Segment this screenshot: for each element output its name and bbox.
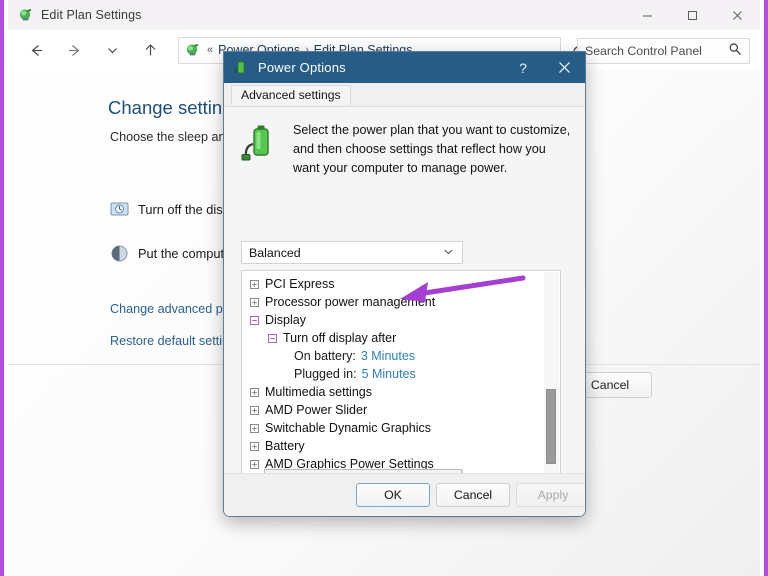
power-plan-select[interactable]: Balanced (241, 241, 463, 264)
maximize-icon[interactable] (670, 0, 715, 30)
display-icon (110, 200, 129, 219)
tree-item-label: AMD Power Slider (265, 403, 368, 417)
tree-item-label: Turn off display after (283, 331, 397, 345)
sleep-moon-icon (110, 244, 129, 263)
tree-item-value[interactable]: 5 Minutes (362, 367, 416, 381)
intro-block: Select the power plan that you want to c… (239, 121, 573, 178)
scrollbar-thumb[interactable] (546, 389, 556, 464)
tree-item[interactable]: PCI Express (242, 275, 544, 293)
forward-arrow-icon[interactable] (58, 34, 90, 66)
tree-item-label: Multimedia settings (265, 385, 372, 399)
collapse-toggle-icon[interactable] (268, 333, 277, 343)
ok-button[interactable]: OK (356, 483, 430, 507)
search-control-panel-box[interactable]: Search Control Panel (577, 38, 750, 64)
dialog-cancel-button[interactable]: Cancel (436, 483, 510, 507)
search-icon[interactable] (728, 42, 742, 61)
tree-item[interactable]: Battery (242, 437, 544, 455)
tree-item[interactable]: On battery: 3 Minutes (242, 347, 544, 365)
search-placeholder: Search Control Panel (585, 44, 702, 58)
close-icon[interactable] (715, 0, 760, 30)
chevron-down-icon[interactable] (442, 245, 455, 261)
dialog-body: Advanced settings Select the power plan … (224, 83, 585, 516)
back-arrow-icon[interactable] (20, 34, 52, 66)
link-change-advanced-power-settings[interactable]: Change advanced pov (110, 302, 236, 316)
tab-strip: Advanced settings (224, 83, 585, 107)
tree-item[interactable]: Switchable Dynamic Graphics (242, 419, 544, 437)
tree-item-label: Battery (265, 439, 305, 453)
dialog-footer: OK Cancel Apply (224, 473, 585, 516)
up-arrow-icon[interactable] (134, 34, 166, 66)
expand-toggle-icon[interactable] (250, 387, 259, 397)
tab-advanced-settings[interactable]: Advanced settings (231, 85, 351, 105)
help-button[interactable]: ? (503, 52, 543, 83)
window-title: Edit Plan Settings (41, 8, 142, 22)
tree-item-label: Processor power management (265, 295, 436, 309)
dialog-title: Power Options (258, 60, 346, 75)
dialog-titlebar: Power Options ? (224, 52, 585, 83)
page-title: Change settings (108, 97, 242, 118)
power-options-dialog: Power Options ? Advanced settings Select… (223, 51, 586, 517)
expand-toggle-icon[interactable] (250, 297, 259, 307)
address-overflow-chevron[interactable]: « (207, 44, 213, 56)
tree-item-label: Display (265, 313, 306, 327)
battery-plug-icon (233, 60, 249, 76)
expand-toggle-icon[interactable] (250, 459, 259, 469)
intro-text: Select the power plan that you want to c… (293, 123, 571, 175)
vertical-scrollbar[interactable] (544, 272, 559, 482)
apply-button: Apply (516, 483, 585, 507)
setting-row-put-computer-to-sleep: Put the computer (110, 244, 235, 263)
tree-item[interactable]: AMD Power Slider (242, 401, 544, 419)
tree-item-label: PCI Express (265, 277, 335, 291)
tree-item-label: On battery: (294, 349, 356, 363)
link-restore-default-settings[interactable]: Restore default setting (110, 334, 236, 348)
power-plan-selected-value: Balanced (249, 245, 301, 260)
window-controls (625, 0, 760, 30)
expand-toggle-icon[interactable] (250, 423, 259, 433)
setting-label: Put the computer (138, 246, 236, 261)
settings-tree[interactable]: PCI Express Processor power management Dis… (241, 270, 561, 484)
tree-item[interactable]: Plugged in: 5 Minutes (242, 365, 544, 383)
collapse-toggle-icon[interactable] (250, 315, 259, 325)
power-plan-leaf-icon (18, 7, 34, 23)
battery-plug-large-icon (239, 123, 279, 163)
tree-item[interactable]: Turn off display after (242, 329, 544, 347)
setting-row-turn-off-display: Turn off the displ (110, 200, 233, 219)
advanced-settings-panel: Select the power plan that you want to c… (224, 107, 585, 516)
screenshot-frame: Edit Plan Settings « Power Options › Edi… (0, 0, 768, 576)
tree-item-label: Switchable Dynamic Graphics (265, 421, 432, 435)
tree-item[interactable]: Multimedia settings (242, 383, 544, 401)
window-titlebar: Edit Plan Settings (8, 0, 760, 30)
power-plan-leaf-icon (185, 42, 201, 58)
settings-tree-list: PCI Express Processor power management Dis… (242, 275, 544, 473)
expand-toggle-icon[interactable] (250, 441, 259, 451)
tree-item[interactable]: Display (242, 311, 544, 329)
minimize-icon[interactable] (625, 0, 670, 30)
expand-toggle-icon[interactable] (250, 279, 259, 289)
tree-item[interactable]: Processor power management (242, 293, 544, 311)
tree-item-label: Plugged in: (294, 367, 357, 381)
expand-toggle-icon[interactable] (250, 405, 259, 415)
tree-item-value[interactable]: 3 Minutes (361, 349, 415, 363)
page-subtitle: Choose the sleep and (110, 130, 233, 144)
setting-label: Turn off the displ (138, 202, 233, 217)
close-icon[interactable] (543, 52, 585, 83)
chevron-down-icon[interactable] (96, 34, 128, 66)
